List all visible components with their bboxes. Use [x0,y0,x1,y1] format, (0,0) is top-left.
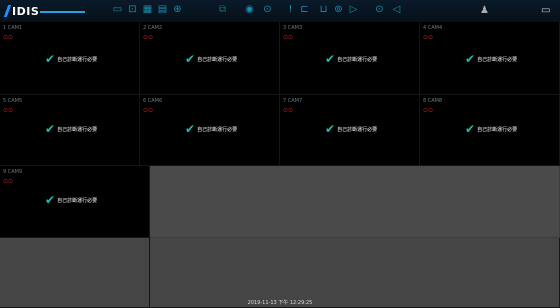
camera-tile[interactable]: 4 CAM4 ⊙⊙ ✔ 自己診斷運行必要 [420,22,560,95]
camera-label: 9 CAM9 [3,169,23,175]
status-text: 自己診斷運行必要 [337,126,378,133]
camera-tile[interactable]: 5 CAM5 ⊙⊙ ✔ 自己診斷運行必要 [0,95,140,166]
window-icon[interactable]: ⧉ [217,5,228,15]
empty-tile[interactable] [0,238,150,308]
status-text: 自己診斷運行必要 [197,56,238,63]
camera-label: 1 CAM1 [3,25,23,31]
camera-status: ✔ 自己診斷運行必要 [45,52,97,66]
camera-tile[interactable]: 7 CAM7 ⊙⊙ ✔ 自己診斷運行必要 [280,95,420,166]
check-icon: ✔ [465,122,476,136]
camera-icon[interactable]: ⊔ [318,5,329,15]
search-icon[interactable]: ⊙ [262,5,273,15]
camera-status: ✔ 自己診斷運行必要 [325,52,377,66]
camera-status-icons: ⊙⊙ [423,34,434,41]
camera-status-icons: ⊙⊙ [143,107,154,114]
user-icon[interactable]: ♟ [480,5,489,16]
camera-tile[interactable]: 2 CAM2 ⊙⊙ ✔ 自己診斷運行必要 [140,22,280,95]
camera-status: ✔ 自己診斷運行必要 [465,122,517,136]
app-title: IDIS [12,4,40,18]
export-icon[interactable]: ⊏ [299,5,310,15]
camera-label: 7 CAM7 [283,98,303,104]
check-icon: ✔ [185,52,196,66]
camera-label: 3 CAM3 [283,25,303,31]
monitor-icon[interactable]: ▭ [112,5,123,15]
camera-tile[interactable]: 3 CAM3 ⊙⊙ ✔ 自己診斷運行必要 [280,22,420,95]
camera-status-icons: ⊙⊙ [3,34,14,41]
check-icon: ✔ [45,193,56,207]
camera-status-icons: ⊙⊙ [143,34,154,41]
camera-label: 4 CAM4 [423,25,443,31]
camera-status: ✔ 自己診斷運行必要 [185,122,237,136]
camera-tile[interactable]: 9 CAM9 ⊙⊙ ✔ 自己診斷運行必要 [0,166,150,238]
camera-tile[interactable]: 1 CAM1 ⊙⊙ ✔ 自己診斷運行必要 [0,22,140,95]
display-icon[interactable]: ⊡ [127,5,138,15]
camera-status: ✔ 自己診斷運行必要 [465,52,517,66]
camera-label: 8 CAM8 [423,98,443,104]
camera-status: ✔ 自己診斷運行必要 [45,122,97,136]
zoom-icon[interactable]: ⊚ [333,5,344,15]
logo-underline [40,11,85,13]
status-text: 自己診斷運行必要 [337,56,378,63]
layout-icon[interactable]: ▤ [157,5,168,15]
record-icon[interactable]: ◉ [244,5,255,15]
logo-mark [3,5,12,17]
camera-status-icons: ⊙⊙ [3,178,14,185]
check-icon: ✔ [465,52,476,66]
check-icon: ✔ [325,122,336,136]
grid-icon[interactable]: ▦ [142,5,153,15]
camera-grid: 1 CAM1 ⊙⊙ ✔ 自己診斷運行必要 2 CAM2 ⊙⊙ ✔ 自己診斷運行必… [0,22,560,308]
camera-status-icons: ⊙⊙ [283,107,294,114]
camera-tile[interactable]: 8 CAM8 ⊙⊙ ✔ 自己診斷運行必要 [420,95,560,166]
check-icon: ✔ [45,52,56,66]
sequence-icon[interactable]: ◁ [391,5,402,15]
alarm-icon[interactable]: ! [285,5,296,15]
empty-tile[interactable] [150,238,560,308]
snapshot-icon[interactable]: ⊙ [374,5,385,15]
camera-status-icons: ⊙⊙ [423,107,434,114]
camera-status: ✔ 自己診斷運行必要 [45,193,97,207]
play-icon[interactable]: ▷ [348,5,359,15]
top-toolbar: IDIS ▭ ⊡ ▦ ▤ ⊕ ⧉ ◉ ⊙ ! ⊏ ⊔ ⊚ ▷ ⊙ ◁ ♟ ▭ [0,0,560,23]
camera-tile[interactable]: 6 CAM6 ⊙⊙ ✔ 自己診斷運行必要 [140,95,280,166]
app-logo: IDIS [3,4,40,18]
status-text: 自己診斷運行必要 [57,126,98,133]
camera-status-icons: ⊙⊙ [283,34,294,41]
settings-icon[interactable]: ⊕ [172,5,183,15]
camera-status-icons: ⊙⊙ [3,107,14,114]
camera-label: 6 CAM6 [143,98,163,104]
status-text: 自己診斷運行必要 [57,56,98,63]
camera-label: 2 CAM2 [143,25,163,31]
footer-timestamp: 2019-11-13 下午 12:29:25 [247,300,313,306]
status-text: 自己診斷運行必要 [477,126,518,133]
camera-label: 5 CAM5 [3,98,23,104]
camera-status: ✔ 自己診斷運行必要 [325,122,377,136]
check-icon: ✔ [185,122,196,136]
status-text: 自己診斷運行必要 [57,197,98,204]
camera-status: ✔ 自己診斷運行必要 [185,52,237,66]
status-text: 自己診斷運行必要 [477,56,518,63]
empty-tile[interactable] [150,166,560,238]
minimize-icon[interactable]: ▭ [541,5,550,16]
status-text: 自己診斷運行必要 [197,126,238,133]
check-icon: ✔ [325,52,336,66]
check-icon: ✔ [45,122,56,136]
